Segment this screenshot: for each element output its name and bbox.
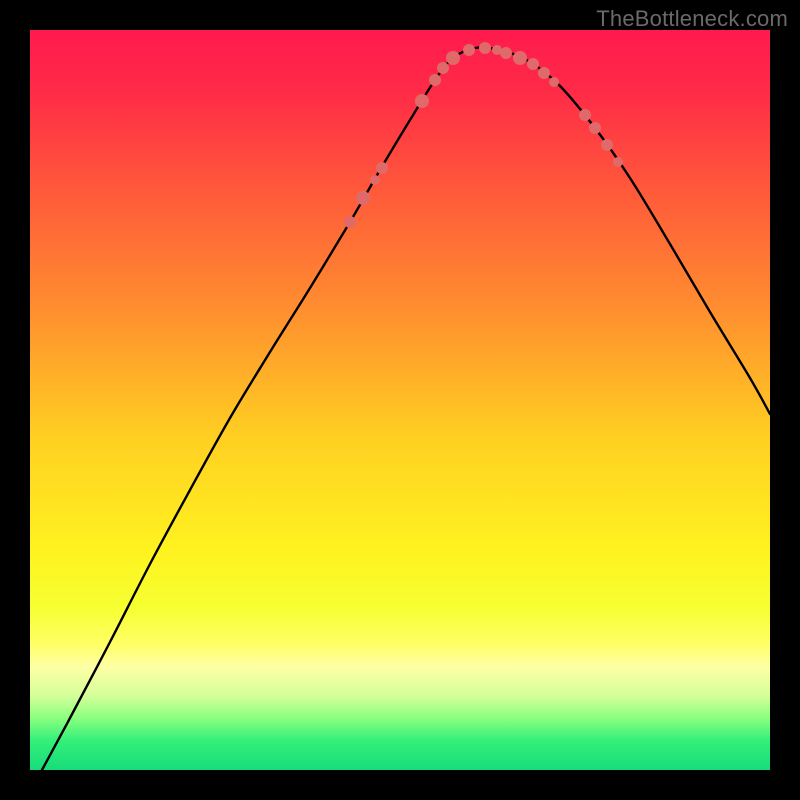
plot-area bbox=[30, 30, 770, 770]
curve-marker bbox=[344, 216, 356, 228]
curve-marker bbox=[500, 47, 512, 59]
curve-marker bbox=[527, 58, 539, 70]
bottleneck-curve bbox=[30, 30, 770, 770]
watermark-text: TheBottleneck.com bbox=[596, 6, 788, 32]
curve-marker bbox=[579, 109, 591, 121]
chart-frame: TheBottleneck.com bbox=[0, 0, 800, 800]
curve-marker bbox=[463, 44, 475, 56]
curve-marker bbox=[437, 62, 449, 74]
curve-marker bbox=[613, 157, 623, 167]
curve-marker bbox=[376, 162, 388, 174]
curve-marker bbox=[415, 94, 429, 108]
curve-marker bbox=[549, 77, 559, 87]
curve-marker bbox=[479, 42, 491, 54]
curve-marker bbox=[370, 175, 380, 185]
curve-marker bbox=[513, 51, 527, 65]
curve-marker bbox=[601, 139, 613, 151]
curve-marker bbox=[429, 74, 441, 86]
curve-marker bbox=[356, 191, 370, 205]
curve-marker bbox=[538, 67, 550, 79]
curve-marker bbox=[446, 51, 460, 65]
curve-marker bbox=[589, 122, 601, 134]
